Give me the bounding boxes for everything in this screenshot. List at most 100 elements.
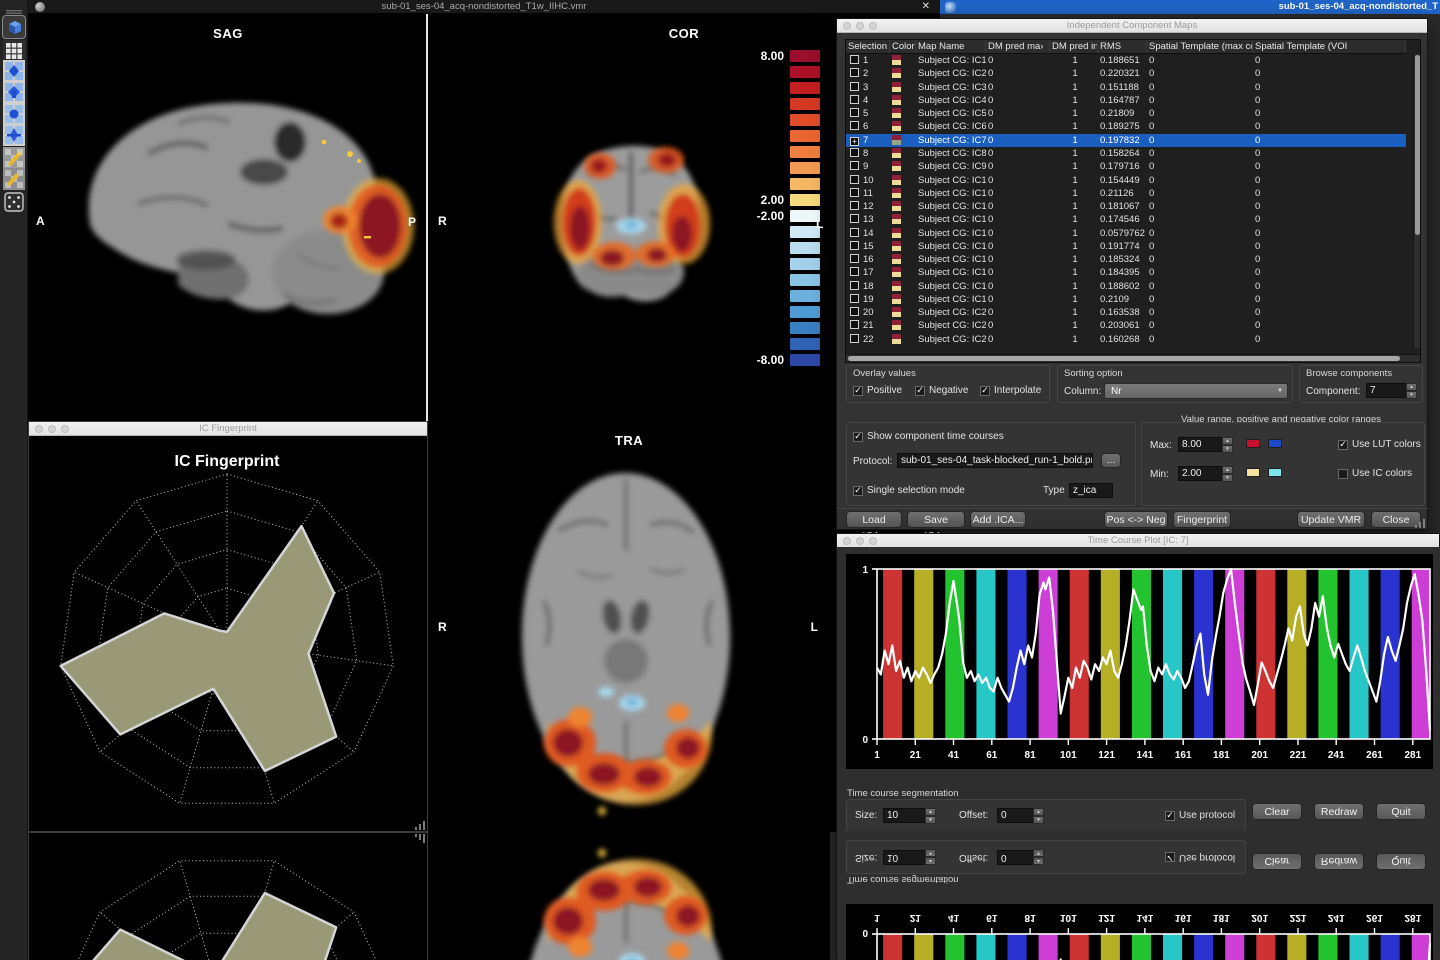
table-row[interactable]: +7 Subject CG: IC701 0.19783200 [846, 134, 1406, 147]
table-row[interactable]: 13 Subject CG: IC1301 0.17454600 [846, 213, 1406, 226]
table-row[interactable]: 15 Subject CG: IC1501 0.19177400 [846, 240, 1406, 253]
component-spinner[interactable]: 7 ▲▼ [1366, 383, 1417, 398]
spin-down-icon[interactable]: ▼ [1222, 445, 1233, 453]
table-rows[interactable]: 1 Subject CG: IC101 0.18865100 2 Subject… [846, 54, 1406, 348]
table-row[interactable]: 3 Subject CG: IC301 0.15118800 [846, 81, 1406, 94]
negative-color-swatch-1[interactable] [1246, 468, 1260, 477]
column-header[interactable]: Selection [846, 40, 890, 53]
tra-view[interactable]: TRA R L [428, 421, 830, 832]
min-spinner[interactable]: 2.00 ▲▼ [1178, 466, 1233, 481]
multi-slice-icon[interactable] [3, 124, 25, 146]
spin-down-icon[interactable]: ▼ [1033, 816, 1044, 824]
offset-spinner[interactable]: 0 ▲▼ [997, 808, 1044, 823]
draw-pen-icon[interactable] [3, 147, 25, 169]
resize-grip-icon[interactable] [413, 821, 425, 830]
use-protocol-checkbox[interactable]: ✓ [1165, 811, 1175, 821]
view-3d-cube-icon[interactable] [3, 16, 25, 38]
spin-down-icon[interactable]: ▼ [1222, 474, 1233, 482]
column-header[interactable]: Map Name [916, 40, 986, 53]
table-row[interactable]: 9 Subject CG: IC901 0.17971600 [846, 160, 1406, 173]
table-row[interactable]: 1 Subject CG: IC101 0.18865100 [846, 54, 1406, 67]
table-row[interactable]: 17 Subject CG: IC1701 0.18439500 [846, 266, 1406, 279]
time-course-plot[interactable]: 1012141618110112114116118120122124126128… [846, 554, 1433, 769]
add-ica-button[interactable]: Add .ICA... [970, 511, 1026, 528]
table-row[interactable]: 5 Subject CG: IC501 0.2180900 [846, 107, 1406, 120]
column-header[interactable]: RMS [1098, 40, 1147, 53]
resize-grip-icon[interactable] [1413, 519, 1425, 528]
dice-icon[interactable] [3, 191, 25, 213]
horizontal-scrollbar[interactable] [846, 354, 1421, 362]
spin-up-icon[interactable]: ▲ [1033, 808, 1044, 816]
clear-button[interactable]: Clear [1252, 803, 1302, 820]
positive-color-swatch-2[interactable] [1268, 439, 1282, 448]
single-selection-checkbox[interactable]: ✓ [853, 486, 863, 496]
table-row[interactable]: 4 Subject CG: IC401 0.16478700 [846, 94, 1406, 107]
sag-view[interactable]: SAG A P [28, 14, 426, 421]
pos-neg-button[interactable]: Pos <-> Neg [1104, 511, 1168, 528]
table-row[interactable]: 20 Subject CG: IC2001 0.16353800 [846, 306, 1406, 319]
column-header[interactable]: Spatial Template (max corr [1147, 40, 1253, 53]
quit-button[interactable]: Quit [1376, 803, 1426, 820]
size-spinner[interactable]: 10 ▲▼ [883, 808, 936, 823]
component-value[interactable]: 7 [1366, 383, 1406, 398]
table-row[interactable]: 14 Subject CG: IC1401 0.057976200 [846, 226, 1406, 239]
sort-column-dropdown[interactable]: Nr ▼ [1104, 383, 1288, 399]
spin-up-icon[interactable]: ▲ [925, 808, 936, 816]
table-row[interactable]: 22 Subject CG: IC2201 0.16026800 [846, 333, 1406, 346]
component-table[interactable]: SelectionColorMap NameDM pred ma›DM pred… [845, 39, 1421, 363]
show-time-courses-checkbox[interactable]: ✓ [853, 432, 863, 442]
max-spinner[interactable]: 8.00 ▲▼ [1178, 437, 1233, 452]
interpolate-checkbox[interactable]: ✓ [980, 386, 990, 396]
offset-value[interactable]: 0 [997, 808, 1033, 823]
use-ic-checkbox[interactable] [1338, 469, 1348, 479]
close-icon[interactable]: ✕ [922, 0, 930, 14]
table-row[interactable]: 12 Subject CG: IC1201 0.18106700 [846, 200, 1406, 213]
table-row[interactable]: 2 Subject CG: IC201 0.22032100 [846, 67, 1406, 80]
spin-up-icon[interactable]: ▲ [1222, 466, 1233, 474]
window-handle-icon[interactable] [3, 2, 25, 10]
vmr-titlebar[interactable]: sub-01_ses-04_acq-nondistorted_T1w_IIHC.… [28, 0, 940, 14]
redraw-button[interactable]: Redraw [1314, 803, 1364, 820]
save-ica-button[interactable]: Save .ICA... [907, 511, 965, 528]
time-course-titlebar[interactable]: Time Course Plot [IC: 7] [837, 534, 1439, 548]
table-row[interactable]: 10 Subject CG: IC1001 0.15444900 [846, 173, 1406, 186]
ic-maps-titlebar[interactable]: Independent Component Maps [837, 19, 1427, 33]
cor-slices-icon[interactable] [3, 81, 25, 103]
positive-checkbox[interactable]: ✓ [853, 386, 863, 396]
table-row[interactable]: 6 Subject CG: IC601 0.18927500 [846, 120, 1406, 133]
negative-checkbox[interactable]: ✓ [915, 386, 925, 396]
draw-pen-2-icon[interactable] [3, 168, 25, 190]
column-header[interactable]: Spatial Template (VOI [1253, 40, 1406, 53]
grid-view-icon[interactable] [3, 40, 25, 62]
table-header[interactable]: SelectionColorMap NameDM pred ma›DM pred… [846, 40, 1406, 54]
use-lut-checkbox[interactable]: ✓ [1338, 440, 1348, 450]
protocol-field[interactable]: sub-01_ses-04_task-blocked_run-1_bold.pr… [897, 453, 1093, 468]
positive-color-swatch-1[interactable] [1246, 439, 1260, 448]
fingerprint-button[interactable]: Fingerprint [1173, 511, 1231, 528]
protocol-browse-button[interactable]: ... [1101, 453, 1121, 468]
sag-slices-icon[interactable] [3, 60, 25, 82]
table-row[interactable]: 8 Subject CG: IC801 0.15826400 [846, 147, 1406, 160]
background-window-titlebar[interactable]: sub-01_ses-04_acq-nondistorted_T [940, 0, 1440, 14]
load-ica-button[interactable]: Load .ICA... [846, 511, 902, 528]
table-row[interactable]: 16 Subject CG: IC1601 0.18532400 [846, 253, 1406, 266]
spin-up-icon[interactable]: ▲ [1406, 383, 1417, 391]
table-row[interactable]: 19 Subject CG: IC1901 0.210900 [846, 293, 1406, 306]
tra-slices-icon[interactable] [3, 103, 25, 125]
table-row[interactable]: 21 Subject CG: IC2101 0.20306100 [846, 319, 1406, 332]
spin-down-icon[interactable]: ▼ [925, 816, 936, 824]
max-value[interactable]: 8.00 [1178, 437, 1222, 452]
column-header[interactable]: DM pred inde› [1050, 40, 1098, 53]
table-row[interactable]: 18 Subject CG: IC1801 0.18860200 [846, 280, 1406, 293]
column-header[interactable]: Color [890, 40, 916, 53]
spin-down-icon[interactable]: ▼ [1406, 391, 1417, 399]
spin-up-icon[interactable]: ▲ [1222, 437, 1233, 445]
min-value[interactable]: 2.00 [1178, 466, 1222, 481]
column-header[interactable]: DM pred ma› [986, 40, 1050, 53]
negative-color-swatch-2[interactable] [1268, 468, 1282, 477]
vertical-scrollbar[interactable] [1413, 54, 1420, 348]
table-row[interactable]: 11 Subject CG: IC1101 0.2112600 [846, 187, 1406, 200]
fingerprint-plot[interactable]: IC Fingerprint [29, 436, 427, 831]
update-vmr-button[interactable]: Update VMR [1297, 511, 1365, 528]
fingerprint-titlebar[interactable]: IC Fingerprint [29, 422, 427, 436]
